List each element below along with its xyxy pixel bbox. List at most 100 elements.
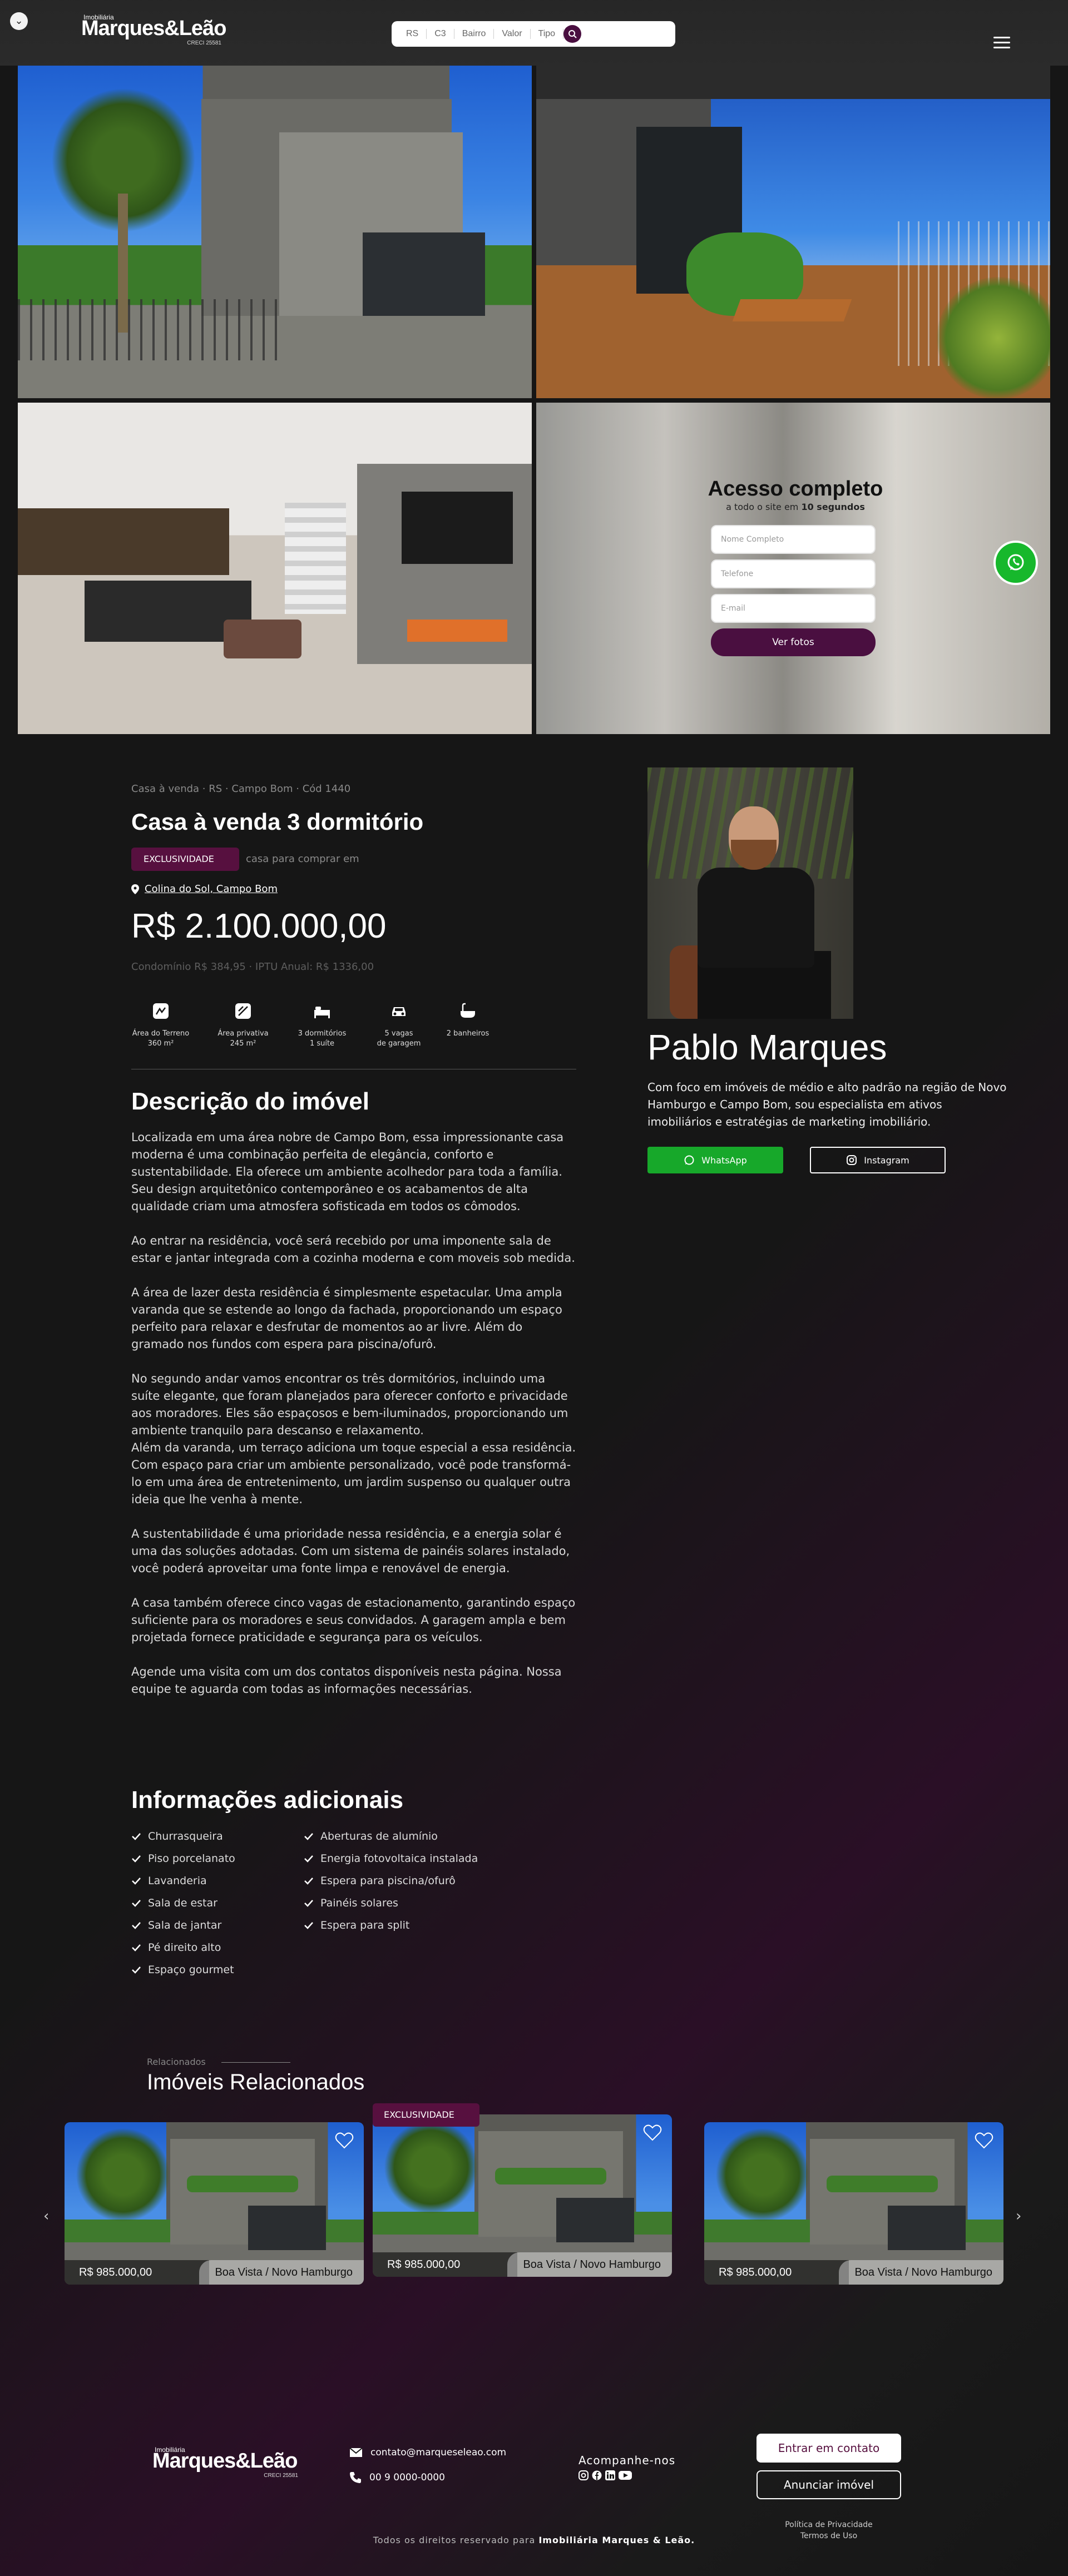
amenity-item: Espaço gourmet [131, 1959, 235, 1981]
instagram-label: Instagram [864, 1155, 909, 1166]
search-field-state[interactable]: RS [398, 29, 427, 39]
search-bar: RS C3 Bairro Valor Tipo [392, 21, 675, 47]
social-links [578, 2470, 632, 2480]
site-logo[interactable]: Imobiliária Marques&Leão CRECI 25581 [81, 13, 226, 46]
gallery-photo-terrace[interactable] [536, 66, 1050, 398]
amenity-item: Sala de jantar [131, 1914, 235, 1936]
menu-icon[interactable] [993, 37, 1010, 50]
description-paragraph: Localizada em uma área nobre de Campo Bo… [131, 1131, 564, 1213]
amenity-item: Energia fotovoltaica instalada [304, 1847, 478, 1870]
description-paragraph: A casa também oferece cinco vagas de est… [131, 1596, 576, 1644]
card-address: Boa Vista / Novo Hamburgo [199, 2260, 364, 2285]
logo-main-text: Marques&Leão [152, 2449, 298, 2473]
amenities-col-1: Churrasqueira Piso porcelanato Lavanderi… [131, 1825, 235, 1981]
location-link[interactable]: Colina do Sol, Campo Bom [145, 883, 278, 895]
phone-icon [350, 2472, 361, 2483]
property-price: R$ 2.100.000,00 [131, 907, 387, 945]
email-field[interactable]: E-mail [711, 594, 876, 623]
instagram-icon [847, 1155, 857, 1165]
check-icon [304, 1855, 313, 1862]
agent-whatsapp-button[interactable]: WhatsApp [647, 1147, 783, 1173]
search-field-type[interactable]: Tipo [531, 29, 564, 39]
lead-form-title: Acesso completo [708, 477, 883, 501]
check-icon [132, 1966, 141, 1974]
card-address: Boa Vista / Novo Hamburgo [839, 2260, 1003, 2285]
related-card[interactable]: R$ 985.000,00 Boa Vista / Novo Hamburgo [704, 2122, 1003, 2285]
agent-name: Pablo Marques [647, 1027, 887, 1067]
carousel-next-icon[interactable]: › [1016, 2208, 1021, 2225]
view-photos-button[interactable]: Ver fotos [711, 628, 876, 656]
logo-creci-text: CRECI 25581 [187, 40, 221, 46]
phone-field[interactable]: Telefone [711, 559, 876, 588]
bed-icon [314, 1007, 330, 1018]
logo-creci-text: CRECI 25581 [264, 2473, 298, 2479]
linkedin-icon[interactable] [605, 2470, 615, 2480]
agent-bio: Com foco em imóveis de médio e alto padr… [647, 1081, 1007, 1128]
name-field[interactable]: Nome Completo [711, 525, 876, 554]
property-title: Casa à venda 3 dormitório [131, 809, 424, 835]
check-icon [132, 1855, 141, 1862]
instagram-icon[interactable] [578, 2470, 589, 2480]
exclusive-badge: EXCLUSIVIDADE [131, 848, 239, 871]
description-body: Localizada em uma área nobre de Campo Bo… [131, 1129, 576, 1715]
search-field-city[interactable]: C3 [427, 29, 454, 39]
youtube-icon[interactable] [619, 2470, 632, 2480]
carousel-prev-icon[interactable]: ‹ [43, 2208, 49, 2225]
contact-button[interactable]: Entrar em contato [756, 2434, 901, 2463]
heart-icon[interactable] [643, 2124, 662, 2141]
amenity-item: Espera para piscina/ofurô [304, 1870, 478, 1892]
search-button[interactable] [563, 25, 582, 43]
footer-email[interactable]: contato@marqueseleao.com [349, 2447, 506, 2458]
breadcrumb: Casa à venda · RS · Campo Bom · Cód 1440 [131, 783, 351, 795]
bath-icon [461, 1003, 475, 1018]
related-kicker: Relacionados [147, 2057, 206, 2067]
check-icon [132, 1877, 141, 1885]
property-fees: Condomínio R$ 384,95 · IPTU Anual: R$ 13… [131, 961, 374, 973]
check-icon [304, 1900, 313, 1907]
check-icon [304, 1833, 313, 1840]
privacy-link[interactable]: Política de Privacidade [756, 2519, 901, 2530]
check-icon [304, 1877, 313, 1885]
gallery-photo-living-room[interactable] [18, 403, 532, 734]
related-title: Imóveis Relacionados [147, 2070, 365, 2094]
chevron-down-icon[interactable]: ⌄ [10, 12, 28, 30]
whatsapp-icon [1007, 554, 1024, 571]
check-icon [132, 1833, 141, 1840]
card-price: R$ 985.000,00 [704, 2260, 849, 2285]
heart-icon[interactable] [335, 2132, 354, 2149]
additional-info-title: Informações adicionais [131, 1786, 404, 1814]
check-icon [132, 1900, 141, 1907]
land-area-icon [153, 1003, 169, 1019]
search-field-neighborhood[interactable]: Bairro [454, 29, 495, 39]
follow-label: Acompanhe-nos [578, 2454, 676, 2467]
exclusive-badge: EXCLUSIVIDADE [373, 2103, 479, 2127]
whatsapp-float-button[interactable] [993, 541, 1038, 585]
footer-phone[interactable]: 00 9 0000-0000 [349, 2471, 445, 2484]
heart-icon[interactable] [975, 2132, 993, 2149]
search-field-price[interactable]: Valor [494, 29, 531, 39]
card-price: R$ 985.000,00 [65, 2260, 209, 2285]
feature-private-area: Área privativa 245 m² [201, 1001, 285, 1049]
description-paragraph: A sustentabilidade é uma prioridade ness… [131, 1527, 570, 1575]
description-paragraph: Ao entrar na residência, você será receb… [131, 1234, 575, 1265]
private-area-icon [235, 1003, 251, 1019]
amenity-item: Painéis solares [304, 1892, 478, 1914]
whatsapp-label: WhatsApp [701, 1155, 747, 1166]
amenities-col-2: Aberturas de alumínio Energia fotovoltai… [304, 1825, 478, 1936]
property-location[interactable]: Colina do Sol, Campo Bom [131, 883, 278, 895]
car-icon [392, 1007, 406, 1016]
gallery-photo-facade[interactable] [18, 66, 532, 398]
amenity-item: Aberturas de alumínio [304, 1825, 478, 1847]
list-property-button[interactable]: Anunciar imóvel [756, 2470, 901, 2499]
facebook-icon[interactable] [592, 2470, 602, 2480]
feature-bathrooms: 2 banheiros [426, 1001, 510, 1039]
related-card[interactable]: R$ 985.000,00 Boa Vista / Novo Hamburgo [373, 2114, 672, 2277]
amenity-item: Piso porcelanato [131, 1847, 235, 1870]
amenity-item: Churrasqueira [131, 1825, 235, 1847]
card-address: Boa Vista / Novo Hamburgo [507, 2252, 672, 2277]
logo-main-text: Marques&Leão [81, 17, 226, 40]
footer-logo[interactable]: Imobiliária Marques&Leão CRECI 25581 [152, 2446, 303, 2479]
related-card[interactable]: R$ 985.000,00 Boa Vista / Novo Hamburgo [65, 2122, 364, 2285]
agent-instagram-button[interactable]: Instagram [810, 1147, 946, 1173]
feature-bedrooms: 3 dormitórios 1 suíte [280, 1001, 364, 1049]
